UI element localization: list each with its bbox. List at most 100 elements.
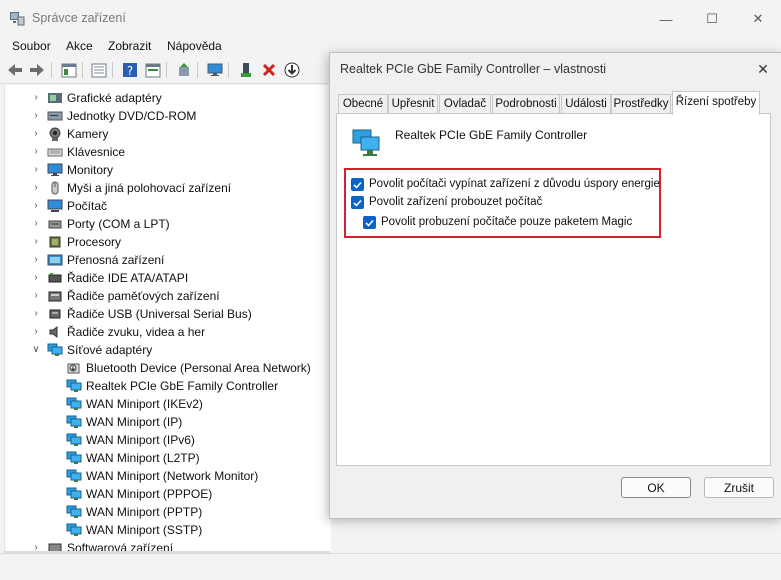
chevron-right-icon[interactable]: › (31, 199, 41, 213)
tree-item-label: WAN Miniport (L2TP) (86, 451, 200, 465)
maximize-icon: ☐ (706, 11, 718, 26)
chevron-right-icon[interactable]: › (31, 253, 41, 267)
tab-ovladac[interactable]: Ovladač (439, 94, 491, 114)
tree-item[interactable]: › Procesory (5, 233, 331, 251)
enable-device-icon[interactable] (236, 60, 256, 80)
chevron-right-icon[interactable]: › (31, 163, 41, 177)
tree-item[interactable]: › Kamery (5, 125, 331, 143)
minimize-button[interactable]: — (643, 0, 689, 38)
tree-item[interactable]: › Řadiče paměťových zařízení (5, 287, 331, 305)
close-icon: ✕ (757, 60, 769, 77)
tree-item-label: Grafické adaptéry (67, 91, 162, 105)
chevron-right-icon[interactable]: › (31, 541, 41, 551)
network-adapter-icon (66, 397, 82, 410)
monitor-icon (47, 163, 63, 176)
network-adapter-icon (66, 433, 82, 446)
forward-arrow-icon[interactable] (27, 60, 47, 80)
network-adapter-icon (66, 523, 82, 536)
chevron-right-icon[interactable]: › (31, 307, 41, 321)
tree-item[interactable]: › Monitory (5, 161, 331, 179)
toolbar-separator (82, 62, 83, 78)
tree-item[interactable]: › Počítač (5, 197, 331, 215)
tree-item-label: Bluetooth Device (Personal Area Network) (86, 361, 311, 375)
tree-item[interactable]: › Myši a jiná polohovací zařízení (5, 179, 331, 197)
list-icon[interactable] (89, 60, 109, 80)
toolbar: ? (0, 57, 330, 84)
checkbox-checked[interactable] (351, 178, 364, 191)
tree-item[interactable]: ∨ Síťové adaptéry (5, 341, 331, 359)
tree-item-label: Procesory (67, 235, 122, 249)
view-icon[interactable] (143, 60, 163, 80)
tree-child-item[interactable]: WAN Miniport (IP) (5, 413, 331, 431)
software-device-icon (48, 543, 62, 551)
tree-child-item[interactable]: WAN Miniport (SSTP) (5, 521, 331, 539)
chevron-right-icon[interactable]: › (31, 127, 41, 141)
display-adapter-icon (48, 93, 62, 103)
chevron-right-icon[interactable]: › (31, 289, 41, 303)
tree-child-item[interactable]: Realtek PCIe GbE Family Controller (5, 377, 331, 395)
tree-item[interactable]: › Přenosná zařízení (5, 251, 331, 269)
tree-item-label: Řadiče USB (Universal Serial Bus) (67, 307, 252, 321)
title-bar: Správce zařízení — ☐ ✕ (0, 0, 781, 38)
tree-item[interactable]: › Jednotky DVD/CD-ROM (5, 107, 331, 125)
chevron-right-icon[interactable]: › (31, 145, 41, 159)
menu-akce[interactable]: Akce (66, 39, 93, 53)
tab-podrobnosti[interactable]: Podrobnosti (492, 94, 560, 114)
tree-item-label: Realtek PCIe GbE Family Controller (86, 379, 279, 393)
tree-item-label: Jednotky DVD/CD-ROM (67, 109, 197, 123)
tree-item[interactable]: › Grafické adaptéry (5, 89, 331, 107)
chevron-right-icon[interactable]: › (31, 271, 41, 285)
tree-item-label: Řadiče paměťových zařízení (67, 289, 220, 303)
tree-item-label: WAN Miniport (PPTP) (86, 505, 203, 519)
update-driver-icon[interactable] (174, 60, 194, 80)
tree-item-label: Řadiče zvuku, videa a her (67, 325, 206, 339)
tree-child-item[interactable]: WAN Miniport (Network Monitor) (5, 467, 331, 485)
chevron-right-icon[interactable]: › (31, 325, 41, 339)
usb-icon (49, 309, 61, 319)
dvd-drive-icon (47, 111, 63, 121)
properties-icon[interactable] (59, 60, 79, 80)
tree-child-item[interactable]: WAN Miniport (L2TP) (5, 449, 331, 467)
checkbox-checked[interactable] (363, 216, 376, 229)
maximize-button[interactable]: ☐ (689, 0, 735, 38)
tab-prostredky[interactable]: Prostředky (611, 94, 671, 114)
chevron-right-icon[interactable]: › (31, 217, 41, 231)
tree-child-item[interactable]: WAN Miniport (IPv6) (5, 431, 331, 449)
tab-obecne[interactable]: Obecné (338, 94, 388, 114)
chevron-right-icon[interactable]: › (31, 235, 41, 249)
tab-rizeni-spotreby[interactable]: Řízení spotřeby (672, 91, 760, 115)
chevron-right-icon[interactable]: › (31, 181, 41, 195)
menu-zobrazit[interactable]: Zobrazit (108, 39, 151, 53)
tree-item[interactable]: › Řadiče IDE ATA/ATAPI (5, 269, 331, 287)
download-icon[interactable] (282, 60, 302, 80)
uninstall-icon[interactable] (259, 60, 279, 80)
cancel-button[interactable]: Zrušit (704, 477, 774, 498)
tab-upresnit[interactable]: Upřesnit (388, 94, 438, 114)
keyboard-icon (47, 148, 63, 157)
tree-child-item[interactable]: Bluetooth Device (Personal Area Network) (5, 359, 331, 377)
tree-child-item[interactable]: WAN Miniport (PPPOE) (5, 485, 331, 503)
tree-item[interactable]: › Řadiče zvuku, videa a her (5, 323, 331, 341)
menu-soubor[interactable]: Soubor (12, 39, 51, 53)
chevron-down-icon[interactable]: ∨ (31, 343, 41, 357)
tree-item[interactable]: › Řadiče USB (Universal Serial Bus) (5, 305, 331, 323)
monitor-icon[interactable] (205, 60, 225, 80)
checkbox-checked[interactable] (351, 196, 364, 209)
help-icon[interactable]: ? (120, 60, 140, 80)
dialog-close-button[interactable]: ✕ (750, 57, 776, 81)
chevron-right-icon[interactable]: › (31, 91, 41, 105)
tree-child-item[interactable]: WAN Miniport (IKEv2) (5, 395, 331, 413)
close-icon: ✕ (752, 11, 764, 26)
close-button[interactable]: ✕ (735, 0, 781, 38)
chevron-right-icon[interactable]: › (31, 109, 41, 123)
tree-item[interactable]: › Softwarová zařízení (5, 539, 331, 551)
menu-napoveda[interactable]: Nápověda (167, 39, 222, 53)
tree-item[interactable]: › Klávesnice (5, 143, 331, 161)
tree-child-item[interactable]: WAN Miniport (PPTP) (5, 503, 331, 521)
ok-button[interactable]: OK (621, 477, 691, 498)
tree-item-label: Softwarová zařízení (67, 541, 174, 551)
tab-udalosti[interactable]: Události (561, 94, 611, 114)
tree-item[interactable]: › Porty (COM a LPT) (5, 215, 331, 233)
network-adapter-icon (66, 379, 82, 392)
back-arrow-icon[interactable] (5, 60, 25, 80)
